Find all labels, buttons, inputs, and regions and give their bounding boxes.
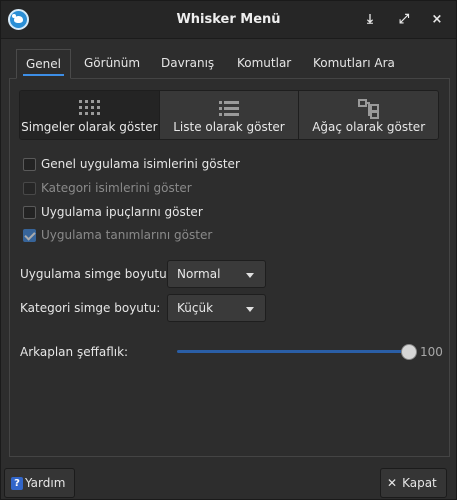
window-title: Whisker Menü — [176, 12, 281, 27]
category-icon-size-label: Kategori simge boyutu: — [20, 301, 161, 315]
titlebar[interactable]: Whisker Menü ⤓ ⤢ × — [1, 1, 456, 39]
opacity-slider-handle[interactable] — [401, 344, 417, 360]
tab-appearance[interactable]: Görünüm — [84, 49, 140, 79]
checkbox-box[interactable] — [23, 205, 36, 219]
dropdown-value: Küçük — [177, 301, 214, 315]
list-icon — [219, 101, 239, 116]
tab-label: Görünüm — [84, 56, 141, 70]
app-icon-size-label: Uygulama simge boyutu: — [20, 267, 171, 281]
close-window-button[interactable]: × — [427, 10, 447, 30]
checkbox-label: Uygulama ipuçlarını göster — [41, 205, 203, 219]
tab-search-actions[interactable]: Komutları Ara — [313, 49, 395, 79]
settings-window: Whisker Menü ⤓ ⤢ × Genel Görünüm Davranı… — [0, 0, 457, 500]
show-category-names-checkbox[interactable]: Kategori isimlerini göster — [23, 180, 192, 196]
tab-general[interactable]: Genel — [16, 49, 72, 79]
opacity-value: 100 — [420, 345, 443, 359]
checkbox-label: Kategori isimlerini göster — [41, 181, 192, 195]
help-button-label: Yardım — [25, 476, 66, 490]
dropdown-arrow-icon — [246, 273, 254, 278]
tab-label: Genel — [26, 57, 62, 71]
tab-label: Davranış — [161, 56, 215, 70]
app-icon-size-dropdown[interactable]: Normal — [167, 260, 266, 288]
opacity-slider-track[interactable] — [177, 350, 409, 353]
checkbox-box[interactable] — [23, 181, 36, 195]
show-generic-names-checkbox[interactable]: Genel uygulama isimlerini göster — [23, 156, 240, 172]
tab-label: Komutlar — [237, 56, 292, 70]
view-as-list-button[interactable]: Liste olarak göster — [159, 91, 300, 139]
close-button-label: Kapat — [402, 476, 437, 490]
view-as-list-label: Liste olarak göster — [173, 120, 285, 134]
view-as-icons-button[interactable]: Simgeler olarak göster — [20, 91, 160, 139]
dropdown-value: Normal — [177, 267, 221, 281]
checkbox-box[interactable] — [23, 228, 36, 242]
help-icon: ? — [11, 476, 23, 490]
checkbox-label: Uygulama tanımlarını göster — [41, 228, 213, 242]
tab-commands[interactable]: Komutlar — [237, 49, 291, 79]
help-button[interactable]: ? Yardım — [4, 468, 76, 498]
view-as-tree-button[interactable]: Ağaç olarak göster — [299, 91, 438, 139]
show-descriptions-checkbox[interactable]: Uygulama tanımlarını göster — [23, 227, 212, 243]
background-opacity-label: Arkaplan şeffaflık: — [20, 345, 129, 359]
view-as-tree-label: Ağaç olarak göster — [312, 120, 426, 134]
view-mode-selector: Simgeler olarak göster Liste olarak göst… — [19, 90, 439, 140]
category-icon-size-dropdown[interactable]: Küçük — [167, 294, 266, 322]
show-tooltips-checkbox[interactable]: Uygulama ipuçlarını göster — [23, 204, 203, 220]
dropdown-arrow-icon — [246, 307, 254, 312]
grid-icon — [79, 100, 101, 115]
checkbox-box[interactable] — [23, 157, 36, 171]
close-icon: ✕ — [387, 476, 398, 490]
tree-icon — [357, 99, 379, 119]
minimize-button[interactable]: ⤓ — [360, 10, 380, 30]
tab-label: Komutları Ara — [313, 56, 395, 70]
checkbox-label: Genel uygulama isimlerini göster — [41, 157, 240, 171]
tab-bar: Genel Görünüm Davranış Komutlar Komutlar… — [9, 49, 450, 79]
view-as-icons-label: Simgeler olarak göster — [21, 120, 158, 134]
close-button[interactable]: ✕ Kapat — [380, 468, 447, 498]
maximize-button[interactable]: ⤢ — [394, 10, 414, 30]
tab-behavior[interactable]: Davranış — [161, 49, 214, 79]
